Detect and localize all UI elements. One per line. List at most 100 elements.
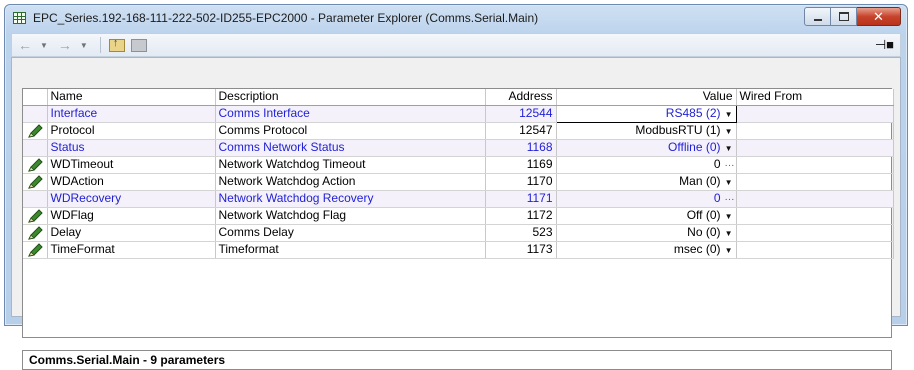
dropdown-arrow-icon[interactable]: ▼ <box>725 141 733 156</box>
table-header-row: Name Description Address Value Wired Fro… <box>23 89 894 106</box>
cell-address: 12544 <box>485 105 557 123</box>
row-icon-cell <box>23 207 48 225</box>
cell-description: Timeformat <box>215 241 486 259</box>
cell-value[interactable]: msec (0) ▼ <box>556 241 737 259</box>
window-title: EPC_Series.192-168-111-222-502-ID255-EPC… <box>33 11 539 25</box>
cell-value[interactable]: Man (0) ▼ <box>556 173 737 191</box>
cell-name-text: WDRecovery <box>50 191 122 205</box>
cell-description-text: Comms Interface <box>218 106 310 120</box>
cell-address-text: 1170 <box>526 174 553 188</box>
cell-wired-from <box>736 173 894 191</box>
folder-icon[interactable] <box>130 38 147 52</box>
cell-value[interactable]: 0 ··· <box>556 156 737 174</box>
row-icon-cell <box>23 105 48 123</box>
table-row[interactable]: Protocol Comms Protocol 12547 ModbusRTU (1)… <box>23 122 894 140</box>
cell-address-text: 12547 <box>519 123 553 137</box>
cell-value-text: No (0) <box>687 224 721 239</box>
cell-wired-from <box>736 122 894 140</box>
back-history-dropdown-icon[interactable]: ▼ <box>40 41 48 50</box>
maximize-icon <box>838 12 849 21</box>
cell-description: Comms Protocol <box>215 122 486 140</box>
cell-description: Network Watchdog Flag <box>215 207 486 225</box>
parameter-table: Name Description Address Value Wired Fro… <box>23 89 894 259</box>
cell-description-text: Network Watchdog Recovery <box>218 191 374 205</box>
dropdown-arrow-icon[interactable]: ▼ <box>725 226 733 241</box>
dropdown-arrow-icon[interactable]: ▼ <box>725 243 733 258</box>
cell-value-text: Offline (0) <box>668 139 721 154</box>
minimize-icon <box>813 18 822 21</box>
toolbar: ← ▼ → ▼ ⊣■ <box>11 33 901 57</box>
cell-address-text: 1171 <box>526 191 553 205</box>
header-description[interactable]: Description <box>215 89 486 106</box>
cell-value[interactable]: RS485 (2) ▼ <box>555 104 737 123</box>
pencil-icon <box>27 209 43 223</box>
maximize-button[interactable] <box>831 7 857 26</box>
header-value[interactable]: Value <box>556 89 737 106</box>
window-controls: ✕ <box>804 7 901 26</box>
cell-value[interactable]: Off (0) ▼ <box>556 207 737 225</box>
forward-history-dropdown-icon[interactable]: ▼ <box>80 41 88 50</box>
cell-value[interactable]: Offline (0) ▼ <box>556 139 737 157</box>
cell-wired-from <box>736 190 894 208</box>
cell-value-text: 0 <box>713 190 721 205</box>
parameter-grid: Name Description Address Value Wired Fro… <box>22 88 894 338</box>
cell-name: WDFlag <box>47 207 216 225</box>
cell-description-text: Comms Network Status <box>218 140 345 154</box>
table-row[interactable]: WDAction Network Watchdog Action 1170 Man (… <box>23 173 894 191</box>
row-icon-cell <box>23 139 48 157</box>
table-row[interactable]: WDTimeout Network Watchdog Timeout 1169 0 ··… <box>23 156 894 174</box>
close-button[interactable]: ✕ <box>857 7 901 26</box>
cell-value-text: Off (0) <box>686 207 721 222</box>
table-row[interactable]: Delay Comms Delay 523 No (0) ▼ <box>23 224 894 242</box>
back-arrow-icon[interactable]: ← <box>18 37 32 53</box>
row-icon-cell <box>23 156 48 174</box>
cell-description: Network Watchdog Action <box>215 173 486 191</box>
cell-value-text: ModbusRTU (1) <box>635 122 721 137</box>
cell-address-text: 1173 <box>526 242 553 256</box>
minimize-button[interactable] <box>804 7 831 26</box>
table-row[interactable]: Interface Comms Interface 12544 RS485 (2) ▼ <box>23 104 894 123</box>
title-bar[interactable]: EPC_Series.192-168-111-222-502-ID255-EPC… <box>5 5 907 33</box>
ellipsis-icon[interactable]: ··· <box>725 192 735 207</box>
ellipsis-icon[interactable]: ··· <box>725 158 735 173</box>
cell-address: 1173 <box>485 241 557 259</box>
pin-icon[interactable]: ⊣■ <box>875 37 894 53</box>
dropdown-arrow-icon[interactable]: ▼ <box>725 124 733 139</box>
table-row[interactable]: TimeFormat Timeformat 1173 msec (0) ▼ <box>23 241 894 259</box>
cell-wired-from <box>736 156 894 174</box>
cell-description-text: Comms Protocol <box>218 123 308 137</box>
header-wired-from[interactable]: Wired From <box>736 89 894 106</box>
table-row[interactable]: WDFlag Network Watchdog Flag 1172 Off (0) ▼ <box>23 207 894 225</box>
cell-description-text: Network Watchdog Timeout <box>218 157 366 171</box>
cell-address-text: 12544 <box>519 106 553 120</box>
dropdown-arrow-icon[interactable]: ▼ <box>725 175 733 190</box>
parameter-explorer-window: EPC_Series.192-168-111-222-502-ID255-EPC… <box>4 4 908 370</box>
cell-address-text: 523 <box>532 225 553 239</box>
dropdown-arrow-icon[interactable]: ▼ <box>725 209 733 224</box>
cell-description-text: Network Watchdog Flag <box>218 208 347 222</box>
header-address[interactable]: Address <box>485 89 557 106</box>
cell-description-text: Network Watchdog Action <box>218 174 356 188</box>
cell-value[interactable]: ModbusRTU (1) ▼ <box>556 122 737 140</box>
explorer-content: Name Description Address Value Wired Fro… <box>11 57 901 370</box>
row-icon-cell <box>23 122 48 140</box>
table-row[interactable]: WDRecovery Network Watchdog Recovery 1171 0… <box>23 190 894 208</box>
pencil-icon <box>27 175 43 189</box>
header-name[interactable]: Name <box>47 89 216 106</box>
cell-wired-from <box>736 105 894 123</box>
cell-address-text: 1172 <box>526 208 553 222</box>
cell-description: Comms Interface <box>215 105 486 123</box>
cell-name: WDTimeout <box>47 156 216 174</box>
forward-arrow-icon[interactable]: → <box>58 37 72 53</box>
cell-address-text: 1169 <box>526 157 553 171</box>
cell-value[interactable]: No (0) ▼ <box>556 224 737 242</box>
dropdown-arrow-icon[interactable]: ▼ <box>725 107 733 122</box>
cell-address: 1172 <box>485 207 557 225</box>
cell-value[interactable]: 0 ··· <box>556 190 737 208</box>
cell-name: Protocol <box>47 122 216 140</box>
folder-up-icon[interactable] <box>108 37 125 52</box>
cell-name-text: Status <box>50 140 85 154</box>
cell-name: TimeFormat <box>47 241 216 259</box>
table-row[interactable]: Status Comms Network Status 1168 Offline (0… <box>23 139 894 157</box>
cell-name-text: Delay <box>50 225 82 239</box>
